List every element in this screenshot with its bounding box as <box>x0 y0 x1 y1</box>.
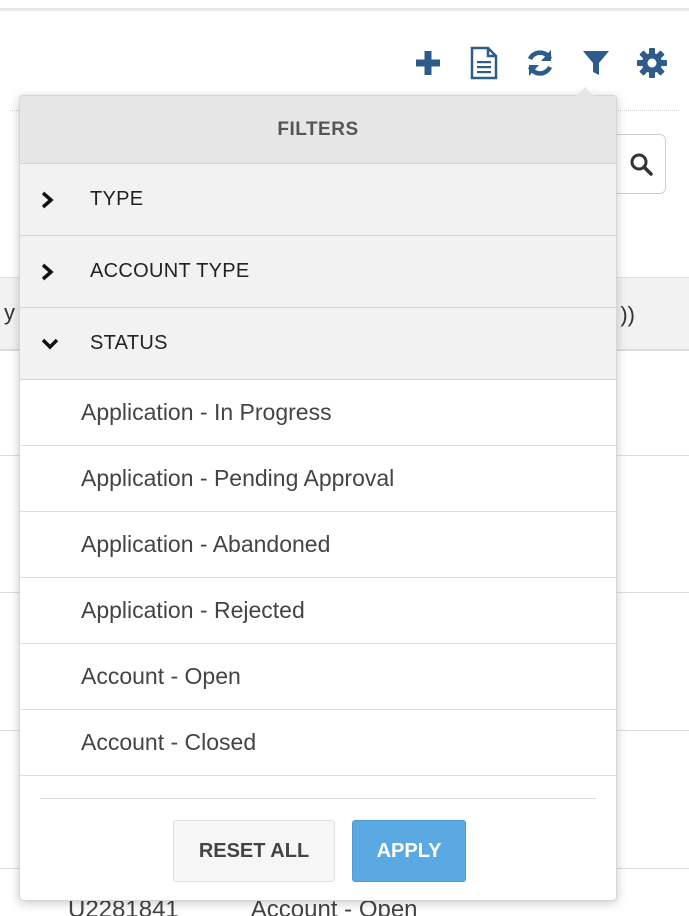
status-option-account-closed[interactable]: Account - Closed <box>20 710 616 776</box>
chevron-down-icon <box>40 333 68 355</box>
apply-button[interactable]: APPLY <box>352 820 466 882</box>
filter-section-account-type[interactable]: ACCOUNT TYPE <box>20 236 616 308</box>
status-option-rejected[interactable]: Application - Rejected <box>20 578 616 644</box>
filter-section-label: STATUS <box>90 332 168 354</box>
filter-section-type[interactable]: TYPE <box>20 164 616 236</box>
filter-icon[interactable] <box>579 46 613 80</box>
filter-section-status[interactable]: STATUS <box>20 308 616 380</box>
chevron-right-icon <box>40 261 68 283</box>
header-fragment-right: )) <box>620 302 635 327</box>
gear-icon[interactable] <box>635 46 669 80</box>
filter-section-label: TYPE <box>90 188 144 210</box>
search-icon <box>630 153 653 176</box>
filters-title: FILTERS <box>20 96 616 164</box>
footer-divider <box>40 798 596 799</box>
popup-caret <box>575 87 595 97</box>
reset-all-button[interactable]: RESET ALL <box>173 820 335 882</box>
refresh-icon[interactable] <box>523 46 557 80</box>
status-option-in-progress[interactable]: Application - In Progress <box>20 380 616 446</box>
status-option-abandoned[interactable]: Application - Abandoned <box>20 512 616 578</box>
document-icon[interactable] <box>467 46 501 80</box>
toolbar <box>411 46 669 80</box>
filter-section-label: ACCOUNT TYPE <box>90 260 250 282</box>
filters-footer: RESET ALL APPLY <box>20 776 616 900</box>
top-border <box>0 8 689 11</box>
status-option-account-open[interactable]: Account - Open <box>20 644 616 710</box>
header-fragment-left: y <box>4 300 15 325</box>
chevron-right-icon <box>40 189 68 211</box>
status-option-pending-approval[interactable]: Application - Pending Approval <box>20 446 616 512</box>
add-icon[interactable] <box>411 46 445 80</box>
filters-panel: FILTERS TYPE ACCOUNT TYPE STATUS Applica… <box>19 95 617 901</box>
